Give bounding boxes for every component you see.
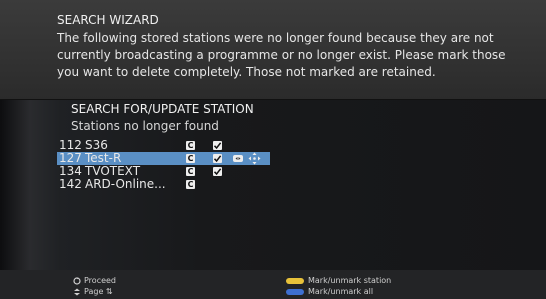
checkmark-icon <box>213 168 222 176</box>
mark-station-hint: Mark/unmark station <box>286 276 391 285</box>
station-list: 112 S36 C 127 Test-R C 134 TVOTEXT C 142 <box>57 139 546 191</box>
footer-bar: Proceed Page ⇅ Mark/unmark station Mark/… <box>0 270 546 299</box>
checkbox-checked[interactable] <box>213 167 222 176</box>
checkbox-checked[interactable] <box>213 154 222 163</box>
station-number: 142 <box>59 177 82 191</box>
move-icon <box>233 155 243 162</box>
page-hint: Page ⇅ <box>73 287 113 296</box>
proceed-hint: Proceed <box>73 276 116 285</box>
mark-all-label: Mark/unmark all <box>308 287 374 296</box>
wizard-header: SEARCH WIZARD The following stored stati… <box>0 0 546 99</box>
wizard-title: SEARCH WIZARD <box>57 13 159 27</box>
panel-title: SEARCH FOR/UPDATE STATION <box>71 102 254 116</box>
mark-all-hint: Mark/unmark all <box>286 287 373 296</box>
checkmark-icon <box>213 155 222 163</box>
ok-button-icon <box>73 276 81 285</box>
checkmark-icon <box>213 142 222 150</box>
station-name: ARD-Online... <box>85 177 166 191</box>
checkbox-checked[interactable] <box>213 141 222 150</box>
panel-subtitle: Stations no longer found <box>71 119 219 133</box>
wizard-message: The following stored stations were no lo… <box>57 31 506 79</box>
proceed-label: Proceed <box>84 276 117 285</box>
blue-key-icon <box>286 288 304 295</box>
cable-badge-icon: C <box>186 180 195 189</box>
cable-badge-icon: C <box>186 167 195 176</box>
station-row[interactable]: 112 S36 C <box>57 139 546 152</box>
page-updown-icon <box>74 288 80 295</box>
mark-station-label: Mark/unmark station <box>308 276 392 285</box>
cable-badge-icon: C <box>186 154 195 163</box>
four-way-arrows-icon <box>248 152 261 165</box>
station-row[interactable]: 142 ARD-Online... C <box>57 178 546 191</box>
page-arrows-icon: ⇅ <box>105 287 113 296</box>
cable-badge-icon: C <box>186 141 195 150</box>
page-label: Page <box>84 287 104 296</box>
yellow-key-icon <box>286 277 304 284</box>
